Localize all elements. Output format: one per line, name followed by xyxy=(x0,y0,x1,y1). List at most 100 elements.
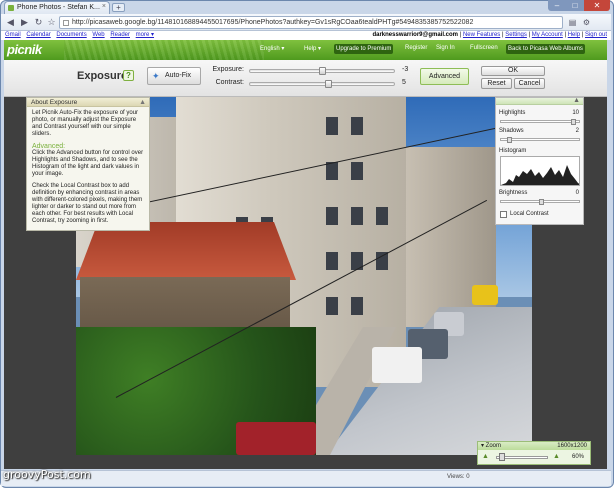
back-arrow-icon[interactable]: ◀ xyxy=(5,17,16,28)
brightness-value: 0 xyxy=(575,190,579,196)
panel-title: Exposure xyxy=(77,70,128,82)
photo-red-car xyxy=(236,422,316,455)
gbar-gmail[interactable]: Gmail xyxy=(5,32,21,38)
zoom-out-icon[interactable]: ▲ xyxy=(482,453,489,460)
google-bar: Gmail Calendar Documents Web Reader more… xyxy=(1,31,611,40)
status-bar xyxy=(1,470,611,486)
about-paragraph-2: Click the Advanced button for control ov… xyxy=(32,150,144,177)
forward-arrow-icon[interactable]: ▶ xyxy=(19,17,30,28)
brightness-slider-thumb[interactable] xyxy=(539,199,544,205)
star-icon[interactable]: ☆ xyxy=(46,17,57,28)
advanced-button[interactable]: Advanced xyxy=(420,68,469,85)
local-contrast-checkbox[interactable] xyxy=(500,211,507,218)
address-bar[interactable]: http://picasaweb.google.bg/1148101688944… xyxy=(59,16,563,29)
gbar-my-account[interactable]: My Account xyxy=(532,32,563,38)
zoom-label: ▾ Zoom xyxy=(481,443,502,449)
gbar-sign-out[interactable]: Sign out xyxy=(585,32,607,38)
histogram-graph xyxy=(500,156,580,186)
picnik-logo[interactable]: picnik xyxy=(7,42,42,57)
picnik-header: picnik English ▾ Help ▾ Upgrade to Premi… xyxy=(4,40,607,60)
about-exposure-panel: About Exposure ▲ Let Picnik Auto-Fix the… xyxy=(26,97,150,231)
nav-upgrade[interactable]: Upgrade to Premium xyxy=(334,44,394,54)
brightness-label: Brightness xyxy=(499,190,528,196)
gbar-calendar[interactable]: Calendar xyxy=(26,32,50,38)
ok-button[interactable]: OK xyxy=(481,66,545,76)
zoom-percent: 60% xyxy=(571,454,584,460)
highlights-slider[interactable] xyxy=(500,119,580,125)
about-title: About Exposure xyxy=(31,99,78,106)
gbar-web[interactable]: Web xyxy=(92,32,104,38)
histogram-label: Histogram xyxy=(499,148,527,154)
nav-help[interactable]: Help ▾ xyxy=(304,45,321,52)
zoom-panel: ▾ Zoom 1600x1200 ▲ ▲ 60% xyxy=(477,441,591,465)
title-bar: Phone Photos - Stefan K... × + ‒ □ ✕ xyxy=(0,0,612,14)
minimize-button[interactable]: ‒ xyxy=(548,0,566,11)
reload-icon[interactable]: ↻ xyxy=(33,17,44,28)
google-bar-links: Gmail Calendar Documents Web Reader more… xyxy=(5,31,158,40)
header-grass xyxy=(64,40,264,60)
shadows-slider-thumb[interactable] xyxy=(507,137,512,143)
contrast-label: Contrast: xyxy=(215,79,244,86)
zoom-slider-thumb[interactable] xyxy=(499,453,505,461)
page-menu-icon[interactable]: ▤ xyxy=(567,17,578,28)
nav-register[interactable]: Register xyxy=(405,45,427,51)
browser-tab[interactable]: Phone Photos - Stefan K... × xyxy=(4,1,110,14)
contrast-slider-thumb[interactable] xyxy=(325,80,332,88)
about-header[interactable]: About Exposure ▲ xyxy=(27,98,149,107)
tab-close-icon[interactable]: × xyxy=(102,3,106,10)
highlights-value: 10 xyxy=(572,110,579,116)
page-icon xyxy=(63,20,69,26)
contrast-value: 5 xyxy=(402,79,406,86)
shadows-label: Shadows xyxy=(499,128,524,134)
advanced-panel: ▲ Highlights 10 Shadows 2 Histogram Brig… xyxy=(495,97,584,225)
contrast-slider[interactable] xyxy=(249,80,395,88)
gbar-reader[interactable]: Reader xyxy=(110,32,130,38)
shadows-slider[interactable] xyxy=(500,137,580,143)
nav-back-to-picasa[interactable]: Back to Picasa Web Albums xyxy=(506,44,585,54)
exposure-slider-thumb[interactable] xyxy=(319,67,326,75)
highlights-slider-thumb[interactable] xyxy=(571,119,576,125)
exposure-control-panel: Exposure ? ✦ Auto-Fix Exposure: -3 Contr… xyxy=(4,60,607,97)
about-paragraph-1: Let Picnik Auto-Fix the exposure of your… xyxy=(32,110,139,137)
photo-white-car xyxy=(372,347,422,383)
new-tab-button[interactable]: + xyxy=(112,3,125,12)
user-email: darknesswarrior9@gmail.com xyxy=(372,32,459,38)
local-contrast-label: Local Contrast xyxy=(510,211,549,217)
help-button[interactable]: ? xyxy=(123,70,134,81)
nav-fullscreen[interactable]: Fullscreen xyxy=(470,45,498,51)
exposure-value: -3 xyxy=(402,66,409,73)
about-paragraph-3: Check the Local Contrast box to add defi… xyxy=(32,183,143,224)
views-count: Views: 0 xyxy=(447,474,470,480)
collapse-icon[interactable]: ▲ xyxy=(573,97,580,104)
image-dimensions: 1600x1200 xyxy=(557,443,587,449)
highlights-label: Highlights xyxy=(499,110,526,116)
shadows-value: 2 xyxy=(575,128,579,134)
google-bar-account: darknesswarrior9@gmail.com | New Feature… xyxy=(372,32,607,38)
tab-title: Phone Photos - Stefan K... xyxy=(17,4,100,11)
nav-language[interactable]: English ▾ xyxy=(260,45,284,52)
gbar-new-features[interactable]: New Features xyxy=(463,32,500,38)
cancel-button[interactable]: Cancel xyxy=(514,78,545,89)
watermark: groovyPost.com xyxy=(3,468,91,481)
gbar-more[interactable]: more ▾ xyxy=(136,32,154,38)
nav-sign-in[interactable]: Sign In xyxy=(436,45,455,51)
wrench-icon[interactable]: ⚙ xyxy=(581,17,592,28)
close-window-button[interactable]: ✕ xyxy=(584,0,610,11)
address-url: http://picasaweb.google.bg/1148101688944… xyxy=(72,19,474,26)
favicon-icon xyxy=(8,5,14,11)
auto-fix-label: Auto-Fix xyxy=(165,72,192,79)
photo-yellow-car xyxy=(472,285,498,305)
brightness-slider[interactable] xyxy=(500,199,580,205)
maximize-button[interactable]: □ xyxy=(566,0,584,11)
gbar-settings[interactable]: Settings xyxy=(505,32,527,38)
browser-toolbar: ◀ ▶ ↻ ☆ http://picasaweb.google.bg/11481… xyxy=(1,14,611,31)
reset-button[interactable]: Reset xyxy=(481,78,512,89)
collapse-icon[interactable]: ▲ xyxy=(139,98,146,107)
advanced-heading: Advanced: xyxy=(32,143,66,150)
advanced-panel-header[interactable]: ▲ xyxy=(496,97,583,105)
exposure-slider[interactable] xyxy=(249,67,395,75)
magic-wand-icon: ✦ xyxy=(152,71,160,81)
gbar-help[interactable]: Help xyxy=(568,32,580,38)
zoom-in-icon[interactable]: ▲ xyxy=(553,453,560,460)
gbar-documents[interactable]: Documents xyxy=(56,32,86,38)
